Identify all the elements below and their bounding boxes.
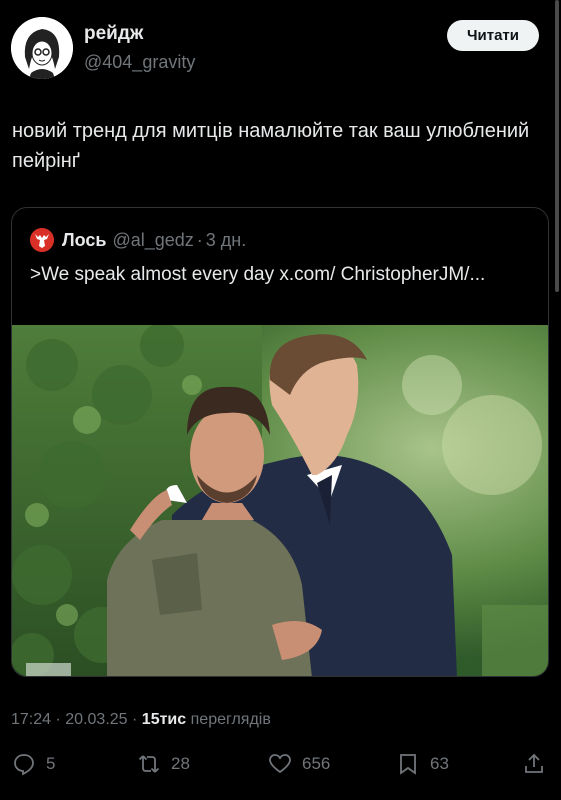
bookmark-icon (400, 754, 416, 775)
quoted-post[interactable]: Лось @al_gedz · 3 дн. >We speak almost e… (11, 207, 549, 677)
action-bar: 5 28 656 63 (0, 752, 561, 784)
like-count: 656 (302, 754, 331, 773)
reply-icon (14, 754, 34, 776)
heart-icon (269, 754, 291, 774)
scrollbar[interactable] (555, 0, 559, 292)
quote-handle[interactable]: @al_gedz (112, 230, 193, 251)
views-label: переглядів (190, 711, 271, 728)
quote-display-name[interactable]: Лось (62, 230, 106, 251)
quoted-post-photo[interactable] (12, 325, 549, 677)
share-icon (525, 753, 543, 773)
quote-timestamp[interactable]: 3 дн. (206, 230, 246, 251)
reply-button[interactable]: 5 (12, 752, 55, 776)
quoted-post-header: Лось @al_gedz · 3 дн. (30, 228, 246, 252)
post-date[interactable]: 20.03.25 (65, 711, 127, 728)
avatar-drawing-icon (11, 17, 73, 79)
quote-text: >We speak almost every day x.com/ Christ… (30, 264, 486, 285)
like-button[interactable]: 656 (268, 752, 330, 776)
meta-separator: · (132, 711, 142, 728)
quote-avatar[interactable] (30, 228, 54, 252)
meta-separator: · (55, 711, 66, 728)
post-time[interactable]: 17:24 (11, 711, 51, 728)
follow-button[interactable]: Читати (447, 20, 539, 51)
repost-count: 28 (171, 754, 190, 773)
share-button[interactable] (522, 752, 556, 776)
moose-avatar-icon (30, 228, 54, 252)
quote-separator: · (196, 229, 203, 250)
author-display-name[interactable]: рейдж (84, 23, 143, 45)
author-avatar[interactable] (11, 17, 73, 79)
bookmark-button[interactable]: 63 (396, 752, 449, 776)
post-meta: 17:24 · 20.03.25 · 15тис переглядів (11, 711, 271, 729)
bookmark-count: 63 (430, 754, 449, 773)
repost-icon (138, 755, 160, 773)
repost-button[interactable]: 28 (137, 752, 190, 776)
views-count: 15тис (141, 711, 187, 728)
post-text: новий тренд для митців намалюйте так ваш… (12, 120, 530, 172)
reply-count: 5 (46, 754, 56, 773)
author-handle[interactable]: @404_gravity (84, 52, 195, 73)
